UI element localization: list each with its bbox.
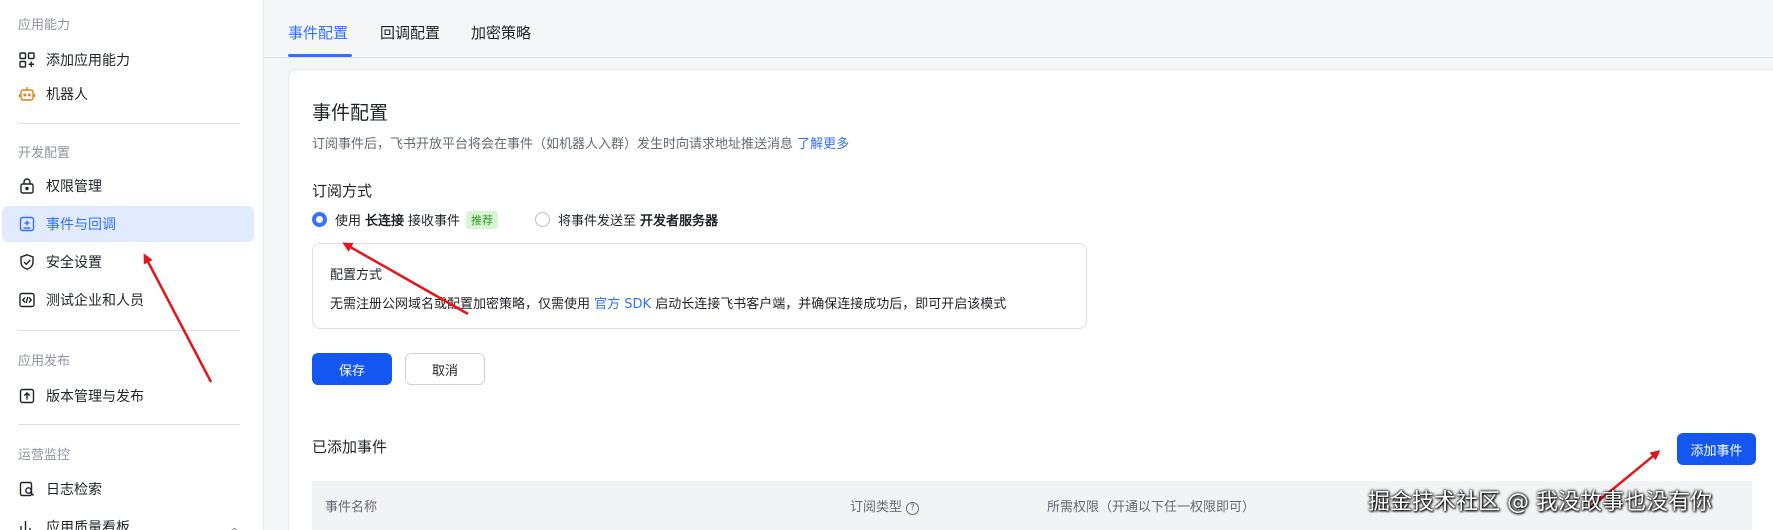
grid-add-icon [18, 51, 36, 69]
config-method-text: 无需注册公网域名或配置加密策略，仅需使用 官方 SDK 启动长连接飞书客户端，并… [330, 293, 1006, 312]
column-header-required-permissions: 所需权限（开通以下任一权限即可） [1047, 500, 1256, 515]
column-header-event-name: 事件名称 [325, 500, 378, 515]
event-plus-icon [18, 215, 36, 233]
watermark: 掘金技术社区 @ 我没故事也没有你 [1368, 490, 1712, 515]
code-icon [18, 291, 36, 309]
sidebar: 应用能力 添加应用能力 机器人 开发配置 权限管理 事件与回调 安全设置 测试企… [0, 0, 264, 530]
sidebar-item-label: 事件与回调 [46, 217, 116, 233]
config-text-after: 启动长连接飞书客户端，并确保连接成功后，即可开启该模式 [655, 297, 1007, 312]
learn-more-link[interactable]: 了解更多 [797, 137, 849, 152]
sidebar-item-permissions[interactable]: 权限管理 [2, 168, 254, 204]
option-prefix: 将事件发送至 [558, 214, 637, 229]
radio-developer-server[interactable]: 将事件发送至 开发者服务器 [535, 210, 722, 229]
radio-button-unchecked[interactable] [535, 212, 550, 227]
option-emphasis: 长连接 [365, 214, 405, 229]
option-prefix: 使用 [335, 214, 362, 229]
official-sdk-link[interactable]: 官方 SDK [594, 297, 651, 312]
sidebar-group-app-capabilities: 应用能力 [18, 18, 71, 33]
active-tab-indicator [288, 54, 352, 57]
sidebar-group-ops-monitoring: 运营监控 [18, 448, 71, 463]
option-emphasis: 开发者服务器 [640, 214, 719, 229]
sidebar-item-robot[interactable]: 机器人 [2, 76, 254, 112]
added-events-title: 已添加事件 [312, 438, 388, 456]
add-event-button[interactable]: 添加事件 [1677, 433, 1756, 465]
sidebar-item-label: 应用质量看板 [46, 520, 130, 530]
sidebar-item-label: 版本管理与发布 [46, 389, 144, 405]
sidebar-divider [18, 424, 240, 425]
sidebar-item-label: 添加应用能力 [46, 53, 130, 69]
sidebar-item-label: 权限管理 [46, 179, 102, 195]
recommended-badge: 推荐 [466, 210, 499, 229]
column-header-label: 订阅类型 [850, 500, 903, 515]
chart-icon [18, 518, 36, 530]
sidebar-item-version-release[interactable]: 版本管理与发布 [2, 378, 254, 414]
tab-event-config[interactable]: 事件配置 [288, 22, 348, 43]
config-text-before: 无需注册公网域名或配置加密策略，仅需使用 [330, 297, 591, 312]
tab-callback-config[interactable]: 回调配置 [380, 22, 440, 43]
column-header-subscription-type: 订阅类型? [850, 496, 920, 515]
log-search-icon [18, 480, 36, 498]
sidebar-group-dev-config: 开发配置 [18, 146, 71, 161]
sidebar-item-label: 安全设置 [46, 255, 102, 271]
radio-button-checked[interactable] [312, 212, 327, 227]
subscribe-method-title: 订阅方式 [312, 182, 373, 200]
sidebar-item-add-capability[interactable]: 添加应用能力 [2, 42, 254, 78]
robot-icon [18, 85, 36, 103]
sidebar-group-app-release: 应用发布 [18, 354, 71, 369]
config-method-label: 配置方式 [330, 268, 383, 283]
cancel-button[interactable]: 取消 [405, 353, 485, 385]
tab-encryption-strategy[interactable]: 加密策略 [471, 22, 531, 43]
sidebar-item-quality-dashboard[interactable]: 应用质量看板 ︿ [2, 509, 254, 530]
description-text: 订阅事件后，飞书开放平台将会在事件（如机器人入群）发生时向请求地址推送消息 [312, 137, 794, 152]
radio-long-connection[interactable]: 使用 长连接 接收事件 推荐 [312, 210, 499, 229]
page-description: 订阅事件后，飞书开放平台将会在事件（如机器人入群）发生时向请求地址推送消息 了解… [312, 133, 849, 152]
sidebar-item-label: 机器人 [46, 87, 88, 103]
sidebar-item-events-callbacks[interactable]: 事件与回调 [2, 206, 254, 242]
sidebar-item-test-enterprise[interactable]: 测试企业和人员 [2, 282, 254, 318]
help-icon[interactable]: ? [906, 502, 920, 515]
sidebar-divider [18, 330, 240, 331]
sidebar-item-log-search[interactable]: 日志检索 [2, 471, 254, 507]
option-suffix: 接收事件 [408, 214, 461, 229]
upload-icon [18, 387, 36, 405]
chevron-up-icon[interactable]: ︿ [229, 519, 240, 530]
page-title: 事件配置 [312, 102, 389, 124]
lock-icon [18, 177, 36, 195]
sidebar-divider [18, 123, 240, 124]
shield-icon [18, 253, 36, 271]
save-button[interactable]: 保存 [312, 353, 392, 385]
sidebar-item-label: 日志检索 [46, 482, 102, 498]
config-method-box [312, 243, 1087, 329]
sidebar-item-label: 测试企业和人员 [46, 293, 144, 309]
sidebar-item-security[interactable]: 安全设置 [2, 244, 254, 280]
